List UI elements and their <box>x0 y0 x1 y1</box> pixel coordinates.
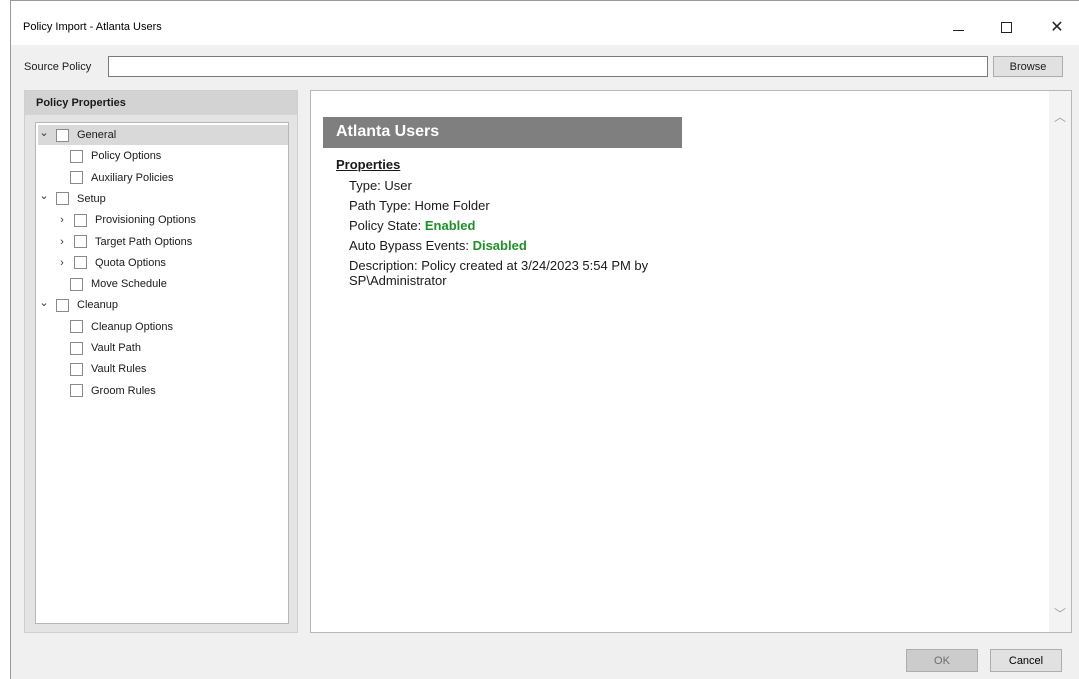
type-property: Type: User <box>349 178 412 193</box>
description-property: Description: Policy created at 3/24/2023… <box>349 258 729 288</box>
tree-item-checkbox[interactable] <box>70 171 83 185</box>
tree-item-label: Groom Rules <box>91 384 156 397</box>
scroll-down-icon[interactable]: ﹀ <box>1054 605 1066 622</box>
ok-button[interactable]: OK <box>906 649 978 672</box>
tree-item-checkbox[interactable] <box>70 341 83 355</box>
tree-item-label: Vault Path <box>91 342 141 354</box>
type-value: User <box>384 178 412 193</box>
maximize-button[interactable] <box>991 15 1021 39</box>
path-type-label: Path Type: <box>349 198 415 213</box>
policy-details-panel: Atlanta Users Properties Type: User Path… <box>310 90 1072 633</box>
tree-item-label: Cleanup Options <box>91 320 173 333</box>
tree-item-checkbox[interactable] <box>56 298 69 312</box>
tree-item[interactable]: ⌄ Cleanup <box>38 295 288 315</box>
tree-item-checkbox[interactable] <box>70 149 83 163</box>
details-scrollbar[interactable]: ︿ ﹀ <box>1049 91 1071 632</box>
tree-item[interactable]: Vault Path <box>70 338 290 358</box>
policy-properties-header: Policy Properties <box>25 91 297 115</box>
tree-item-label: Provisioning Options <box>95 214 196 227</box>
auto-bypass-value: Disabled <box>472 238 527 253</box>
tree-item-label: Vault Rules <box>91 363 147 376</box>
browse-button[interactable]: Browse <box>993 56 1063 77</box>
tree-item[interactable]: › Target Path Options <box>56 232 276 252</box>
chevron-down-icon[interactable]: ⌄ <box>38 296 50 309</box>
chevron-right-icon[interactable]: › <box>56 236 68 248</box>
tree-item-checkbox[interactable] <box>70 277 83 291</box>
auto-bypass-label: Auto Bypass Events: <box>349 238 473 253</box>
title-bar: Policy Import - Atlanta Users ✕ <box>11 1 1079 45</box>
policy-properties-panel: Policy Properties ⌄ General Policy Options… <box>24 90 298 633</box>
tree-item-label: Cleanup <box>77 299 118 312</box>
chevron-right-icon[interactable]: › <box>56 214 68 226</box>
path-type-property: Path Type: Home Folder <box>349 198 490 213</box>
tree-item-checkbox[interactable] <box>74 256 87 270</box>
minimize-icon <box>952 29 964 31</box>
tree-item-label: Setup <box>77 192 106 205</box>
cancel-button[interactable]: Cancel <box>990 649 1062 672</box>
maximize-icon <box>1000 21 1012 33</box>
path-type-value: Home Folder <box>414 198 490 213</box>
tree-item-label: Auxiliary Policies <box>91 171 174 184</box>
tree-item[interactable]: Policy Options <box>70 146 290 166</box>
policy-state-value: Enabled <box>424 218 476 233</box>
description-label: Description: <box>349 258 422 273</box>
policy-tree: ⌄ General Policy Options Auxiliary Policies… <box>35 122 289 624</box>
chevron-down-icon[interactable]: ⌄ <box>38 189 50 202</box>
tree-item[interactable]: Groom Rules <box>70 381 290 401</box>
tree-item[interactable]: › Provisioning Options <box>56 210 276 230</box>
tree-item[interactable]: Move Schedule <box>70 274 290 294</box>
source-policy-input[interactable] <box>108 56 988 77</box>
tree-item[interactable]: › Quota Options <box>56 253 276 273</box>
minimize-button[interactable] <box>943 15 973 39</box>
tree-item[interactable]: ⌄ General <box>38 125 288 145</box>
tree-item-checkbox[interactable] <box>56 192 69 206</box>
tree-item[interactable]: ⌄ Setup <box>38 189 288 209</box>
tree-item[interactable]: Vault Rules <box>70 359 290 379</box>
source-policy-label: Source Policy <box>24 61 92 73</box>
tree-item-label: Policy Options <box>91 150 162 163</box>
policy-import-window: Policy Import - Atlanta Users ✕ Source P… <box>10 0 1079 679</box>
tree-item-checkbox[interactable] <box>70 362 83 376</box>
chevron-down-icon[interactable]: ⌄ <box>38 126 50 139</box>
policy-state-property: Policy State: Enabled <box>349 218 475 233</box>
tree-item-label: Move Schedule <box>91 278 167 291</box>
tree-item[interactable]: Auxiliary Policies <box>70 168 290 188</box>
close-button[interactable]: ✕ <box>1042 15 1072 39</box>
properties-heading: Properties <box>336 157 401 172</box>
chevron-right-icon[interactable]: › <box>56 257 68 269</box>
tree-item-checkbox[interactable] <box>56 128 69 142</box>
auto-bypass-property: Auto Bypass Events: Disabled <box>349 238 527 253</box>
window-title: Policy Import - Atlanta Users <box>23 21 162 33</box>
tree-item-checkbox[interactable] <box>70 384 83 398</box>
source-policy-row: Source Policy Browse <box>11 45 1079 81</box>
tree-item-checkbox[interactable] <box>74 235 87 248</box>
tree-item-label: Target Path Options <box>95 235 193 248</box>
tree-item-label: General <box>77 129 117 141</box>
close-icon: ✕ <box>1050 19 1064 36</box>
policy-name-banner: Atlanta Users <box>323 117 682 148</box>
type-label: Type: <box>349 178 385 193</box>
tree-item-checkbox[interactable] <box>70 320 83 334</box>
policy-state-label: Policy State: <box>349 218 425 233</box>
tree-item[interactable]: Cleanup Options <box>70 317 290 337</box>
tree-item-label: Quota Options <box>95 256 166 269</box>
scroll-up-icon[interactable]: ︿ <box>1054 108 1066 125</box>
tree-item-checkbox[interactable] <box>74 213 87 227</box>
